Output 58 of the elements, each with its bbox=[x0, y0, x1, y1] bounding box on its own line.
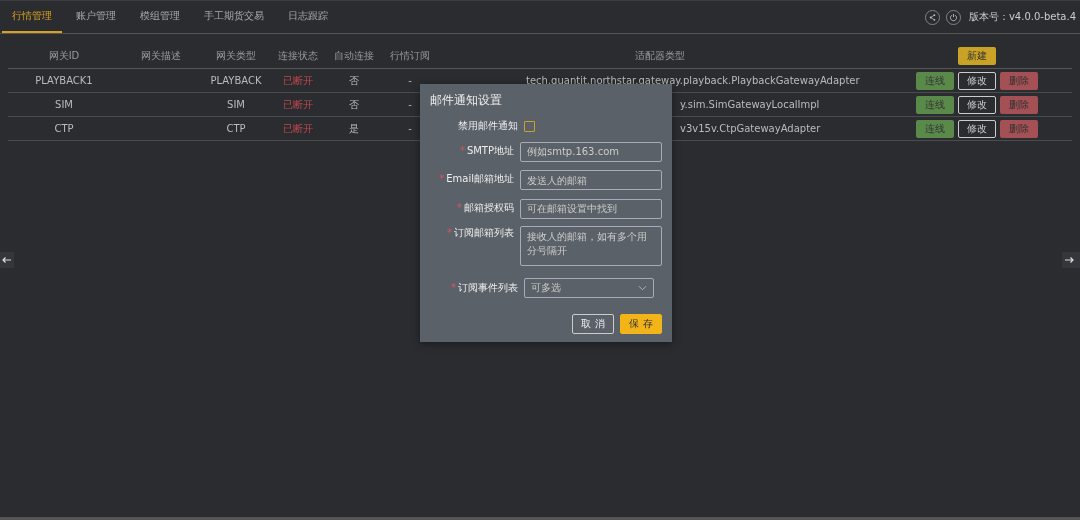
column-header: 连接状态 bbox=[277, 49, 319, 63]
required-mark: * bbox=[439, 173, 445, 185]
table-cell-text: CTP bbox=[225, 123, 247, 134]
required-mark: * bbox=[447, 226, 452, 238]
field-label: 禁用邮件通知 bbox=[458, 120, 518, 131]
save-button[interactable]: 保 存 bbox=[620, 313, 662, 334]
table-cell-text: 否 bbox=[348, 73, 360, 88]
field-label: Email邮箱地址 bbox=[446, 173, 514, 185]
table-cell-text: SIM bbox=[54, 99, 74, 110]
table-cell-text: 已断开 bbox=[282, 121, 314, 136]
column-header: 行情订阅 bbox=[389, 49, 431, 63]
field-label: 订阅事件列表 bbox=[458, 281, 518, 293]
column-header: 网关ID bbox=[47, 49, 81, 63]
table-cell-text: - bbox=[407, 123, 413, 134]
field-label: SMTP地址 bbox=[466, 144, 514, 156]
table-cell: v3v15v.CtpGatewayAdapter bbox=[680, 123, 821, 134]
table-cell-text: 已断开 bbox=[282, 97, 314, 112]
cancel-button[interactable]: 取 消 bbox=[572, 313, 614, 334]
table-cell-text: 是 bbox=[348, 121, 360, 136]
input-field[interactable]: 例如smtp.163.com bbox=[520, 141, 662, 162]
table-cell-text: CTP bbox=[53, 123, 75, 134]
column-header: 自动连接 bbox=[333, 49, 375, 63]
nav-tab[interactable]: 日志跟踪 bbox=[278, 1, 338, 33]
required-mark: * bbox=[459, 144, 465, 156]
required-mark: * bbox=[451, 281, 456, 293]
table-cell-text: 已断开 bbox=[282, 73, 314, 88]
table-cell-text: SIM bbox=[226, 99, 246, 110]
textarea-field[interactable]: 接收人的邮箱，如有多个用分号隔开 bbox=[520, 225, 662, 266]
table-cell-text: - bbox=[407, 99, 413, 110]
nav-tab[interactable]: 手工期货交易 bbox=[194, 1, 274, 33]
column-header: 网关描述 bbox=[140, 49, 182, 63]
field-label: 邮箱授权码 bbox=[464, 201, 514, 213]
share-icon[interactable] bbox=[924, 9, 940, 25]
input-field[interactable]: 可在邮箱设置中找到 bbox=[520, 198, 662, 219]
table-cell: tech.quantit.northstar.gateway.playback.PlaybackGatewayAdapter bbox=[526, 75, 860, 86]
edit-button[interactable]: 修改 bbox=[958, 119, 996, 138]
nav-tab[interactable]: 模组管理 bbox=[130, 1, 190, 33]
nav-tab[interactable]: 账户管理 bbox=[66, 1, 126, 33]
nav-tab[interactable]: 行情管理 bbox=[2, 1, 62, 33]
table-cell-text: 否 bbox=[348, 97, 360, 112]
column-header: 适配器类型 bbox=[634, 49, 686, 63]
table-cell-text: PLAYBACK1 bbox=[34, 75, 94, 86]
field-label: 订阅邮箱列表 bbox=[454, 226, 514, 238]
column-header: 网关类型 bbox=[215, 49, 257, 63]
edit-button[interactable]: 修改 bbox=[958, 71, 996, 90]
table-cell-text: PLAYBACK bbox=[209, 75, 263, 86]
version-label: 版本号：v4.0.0-beta.4 bbox=[968, 10, 1076, 24]
input-field[interactable]: 发送人的邮箱 bbox=[520, 170, 662, 190]
new-button[interactable]: 新建 bbox=[958, 47, 996, 65]
table-cell-text: - bbox=[407, 75, 413, 86]
chevron-icon bbox=[638, 284, 647, 291]
select-field[interactable]: 可多选 bbox=[524, 277, 654, 298]
table-cell: y.sim.SimGatewayLocalImpl bbox=[680, 99, 820, 110]
dialog-title: 邮件通知设置 bbox=[430, 92, 503, 109]
edit-button[interactable]: 修改 bbox=[958, 95, 996, 114]
required-mark: * bbox=[457, 201, 462, 213]
checkbox[interactable] bbox=[524, 120, 535, 132]
power-icon[interactable] bbox=[945, 9, 961, 25]
